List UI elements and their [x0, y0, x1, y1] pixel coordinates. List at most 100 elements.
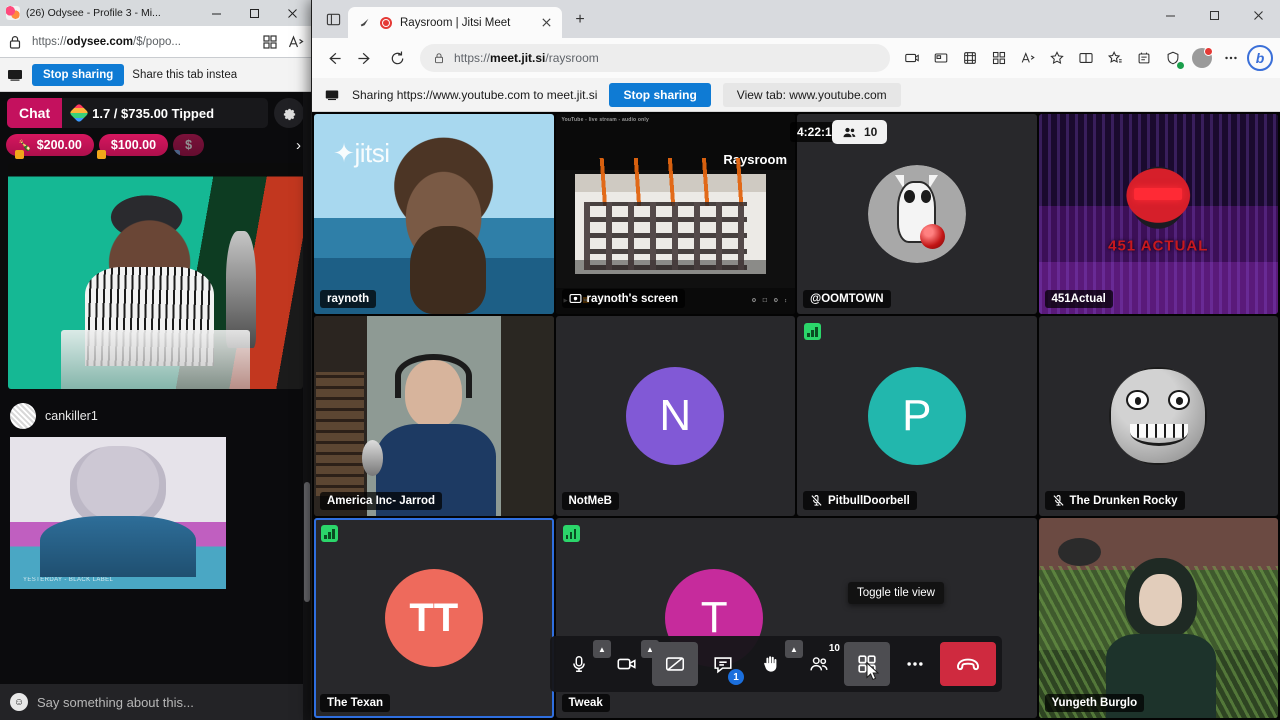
oomtown-cat-avatar-icon	[867, 165, 966, 263]
video-tile-notmeb[interactable]: N NotMeB	[555, 316, 795, 516]
profile-avatar[interactable]	[1188, 44, 1216, 72]
view-tab-button[interactable]: View tab: www.youtube.com	[722, 82, 901, 107]
odysee-scrollbar-thumb[interactable]	[304, 482, 310, 602]
browser-essentials-icon[interactable]	[1159, 44, 1187, 72]
participants-count: 10	[864, 125, 878, 139]
comment-header: cankiller1	[0, 389, 311, 437]
odysee-chat-header: Chat 1.7 / $735.00 Tipped	[0, 92, 311, 132]
451-logo-text: 451 ACTUAL	[1108, 237, 1209, 255]
video-microphone	[226, 230, 256, 349]
edge-browser-window[interactable]: Raysroom | Jitsi Meet + https://meet.jit…	[312, 0, 1280, 720]
browser-tab-jitsi[interactable]: Raysroom | Jitsi Meet	[348, 7, 562, 38]
participant-nametag: 451Actual	[1044, 290, 1113, 308]
avatar-initial: N	[659, 391, 692, 440]
cast-icon[interactable]	[927, 44, 955, 72]
video-tile-yungeth-burglo[interactable]: Yungeth Burglo	[1038, 518, 1278, 718]
participant-video	[314, 316, 554, 516]
tile-view-button[interactable]	[844, 642, 890, 686]
gear-icon[interactable]	[274, 98, 304, 128]
screen-share-icon	[569, 293, 581, 304]
raise-hand-button[interactable]: ▲	[748, 640, 803, 686]
video-tile-pitbulldoorbell[interactable]: P PitbullDoorbell	[797, 316, 1037, 516]
video-tile-raynoth[interactable]: ✦jitsi raynoth	[314, 114, 554, 314]
odysee-scrollbar[interactable]	[303, 92, 311, 720]
odysee-video-frame[interactable]	[8, 163, 303, 389]
participants-count-pill[interactable]: 10	[832, 120, 888, 144]
tip-amount: $200.00	[36, 138, 82, 152]
chat-button[interactable]: 1	[700, 642, 746, 686]
screen-share-icon	[325, 90, 339, 100]
comment-author[interactable]: cankiller1	[45, 409, 98, 423]
odysee-url-domain: odysee.com	[66, 35, 134, 48]
odysee-share-this-tab-button[interactable]: Share this tab instea	[132, 69, 237, 81]
participant-name: NotMeB	[568, 495, 612, 507]
screen-share-button[interactable]	[652, 642, 698, 686]
video-tile-jarrod[interactable]: America Inc- Jarrod	[314, 316, 554, 516]
collections-grid-icon[interactable]	[261, 33, 279, 51]
camera-button[interactable]: ▲	[604, 640, 659, 686]
screen-share-icon[interactable]	[898, 44, 926, 72]
participant-nametag: Tweak	[561, 694, 610, 712]
participants-icon	[843, 127, 856, 137]
tab-actions-icon[interactable]	[318, 4, 348, 34]
collections-icon[interactable]	[1130, 44, 1158, 72]
avatar[interactable]	[10, 403, 36, 429]
video-tile-oomtown[interactable]: @OOMTOWN	[797, 114, 1037, 314]
close-icon[interactable]	[538, 15, 554, 31]
more-options-icon[interactable]	[1217, 44, 1245, 72]
more-actions-button[interactable]	[892, 642, 938, 686]
avatar: P	[867, 367, 966, 465]
url-path: /raysroom	[545, 51, 599, 65]
tip-badge[interactable]: $	[173, 134, 205, 156]
back-arrow-icon[interactable]	[318, 43, 348, 73]
edge-minimize-button[interactable]	[1148, 0, 1192, 30]
jitsi-toolbar: ▲ ▲ 1 ▲ 10	[550, 636, 1002, 692]
odysee-tipped-total[interactable]: 1.7 / $735.00 Tipped	[62, 103, 224, 123]
video-tile-451actual[interactable]: 451 ACTUAL 451Actual	[1038, 114, 1278, 314]
odysee-maximize-button[interactable]	[235, 0, 273, 26]
read-aloud-icon[interactable]	[287, 33, 305, 51]
odysee-close-button[interactable]	[273, 0, 311, 26]
video-tile-drunken-rocky[interactable]: The Drunken Rocky	[1038, 316, 1278, 516]
odysee-minimize-button[interactable]	[197, 0, 235, 26]
comment-composer[interactable]: ☺ Say something about this...	[0, 684, 303, 720]
video-tile-raynoth-screen[interactable]: YouTube - live stream - audio only Raysr…	[555, 114, 795, 314]
tip-badge[interactable]: 🍾 $200.00	[6, 134, 94, 159]
bing-copilot-icon[interactable]: b	[1246, 44, 1274, 72]
apps-icon[interactable]	[956, 44, 984, 72]
tip-amount: $	[185, 138, 193, 152]
stop-sharing-button[interactable]: Stop sharing	[609, 82, 711, 107]
favorites-icon[interactable]	[1101, 44, 1129, 72]
address-bar-text: https://meet.jit.si/raysroom	[454, 51, 599, 65]
comment-image[interactable]: YESTERDAY - BLACK LABEL	[10, 437, 226, 589]
odysee-browser-window[interactable]: (26) Odysee - Profile 3 - Mi... https://…	[0, 0, 312, 720]
odysee-video-player[interactable]	[0, 163, 311, 389]
read-aloud-icon[interactable]	[1014, 44, 1042, 72]
participant-nametag: raynoth's screen	[561, 289, 686, 308]
edge-maximize-button[interactable]	[1192, 0, 1236, 30]
connection-quality-icon	[321, 525, 338, 542]
collections-grid-icon[interactable]	[985, 44, 1013, 72]
address-bar[interactable]: https://meet.jit.si/raysroom	[420, 44, 890, 72]
participant-nametag: The Texan	[320, 694, 391, 712]
microphone-button[interactable]: ▲	[556, 640, 611, 686]
refresh-icon[interactable]	[382, 43, 412, 73]
participants-button[interactable]: 10	[796, 642, 842, 686]
odysee-stop-sharing-button[interactable]: Stop sharing	[32, 63, 125, 86]
edge-close-button[interactable]	[1236, 0, 1280, 30]
split-screen-icon[interactable]	[1072, 44, 1100, 72]
jitsi-watermark-logo: ✦jitsi	[333, 138, 390, 168]
odysee-address-bar[interactable]: https://odysee.com/$/popo...	[0, 26, 311, 58]
odysee-chat-tab[interactable]: Chat	[7, 98, 63, 128]
comment-input-placeholder[interactable]: Say something about this...	[37, 695, 194, 710]
forward-arrow-icon[interactable]	[350, 43, 380, 73]
emoji-icon[interactable]: ☺	[10, 693, 28, 711]
participant-name: @OOMTOWN	[810, 293, 884, 305]
hangup-button[interactable]	[940, 642, 996, 686]
new-tab-button[interactable]: +	[566, 6, 594, 34]
avatar	[867, 165, 966, 263]
tip-badge[interactable]: $100.00	[96, 134, 169, 159]
favorite-star-icon[interactable]	[1043, 44, 1071, 72]
video-tile-the-texan[interactable]: TT The Texan	[314, 518, 554, 718]
participant-name: raynoth	[327, 293, 370, 305]
